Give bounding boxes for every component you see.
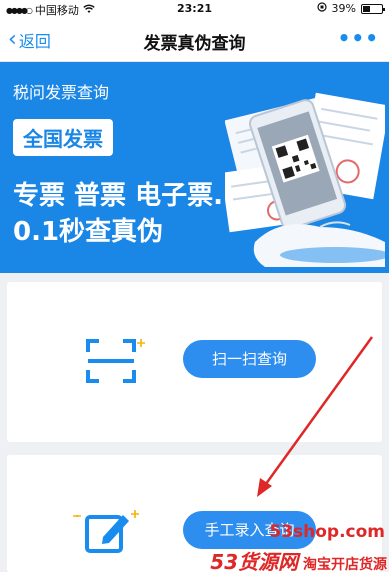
banner-badge: 全国发票 (13, 119, 113, 156)
scan-frame-icon (86, 339, 145, 383)
watermark-slogan: 淘宝开店货源 (303, 557, 387, 572)
banner-headline-1: 专票 普票 电子票... (13, 181, 243, 211)
phone-scanning-invoice-illustration (225, 92, 385, 267)
more-dots-icon[interactable]: ••• (338, 26, 379, 50)
scan-query-card: 扫一扫查询 (7, 282, 382, 442)
watermark-tagline: 53货源网 淘宝开店货源 (210, 546, 387, 572)
watermark-brand: 53货源网 (210, 550, 299, 572)
promo-banner: 税问发票查询 全国发票 专票 普票 电子票... 0.1秒查真伪 (0, 62, 389, 273)
status-bar: ●●●●○ 中国移动 23:21 39% (0, 0, 389, 18)
battery-percent: 39% (331, 2, 356, 15)
watermark-domain: 53shop.com (269, 522, 385, 542)
page-title: 发票真伪查询 (143, 34, 246, 54)
scan-query-button[interactable]: 扫一扫查询 (183, 340, 316, 378)
watermark: 53shop.com 53货源网 淘宝开店货源 (184, 520, 389, 572)
banner-subtitle: 税问发票查询 (13, 83, 110, 102)
banner-headline-2: 0.1秒查真伪 (13, 217, 164, 247)
status-right: 39% (316, 2, 385, 15)
orientation-lock-icon (316, 2, 327, 15)
battery-fill (363, 5, 370, 12)
battery-icon (361, 3, 385, 14)
navigation-bar: ‹ 返回 发票真伪查询 ••• (0, 18, 389, 62)
edit-icon (73, 510, 139, 553)
